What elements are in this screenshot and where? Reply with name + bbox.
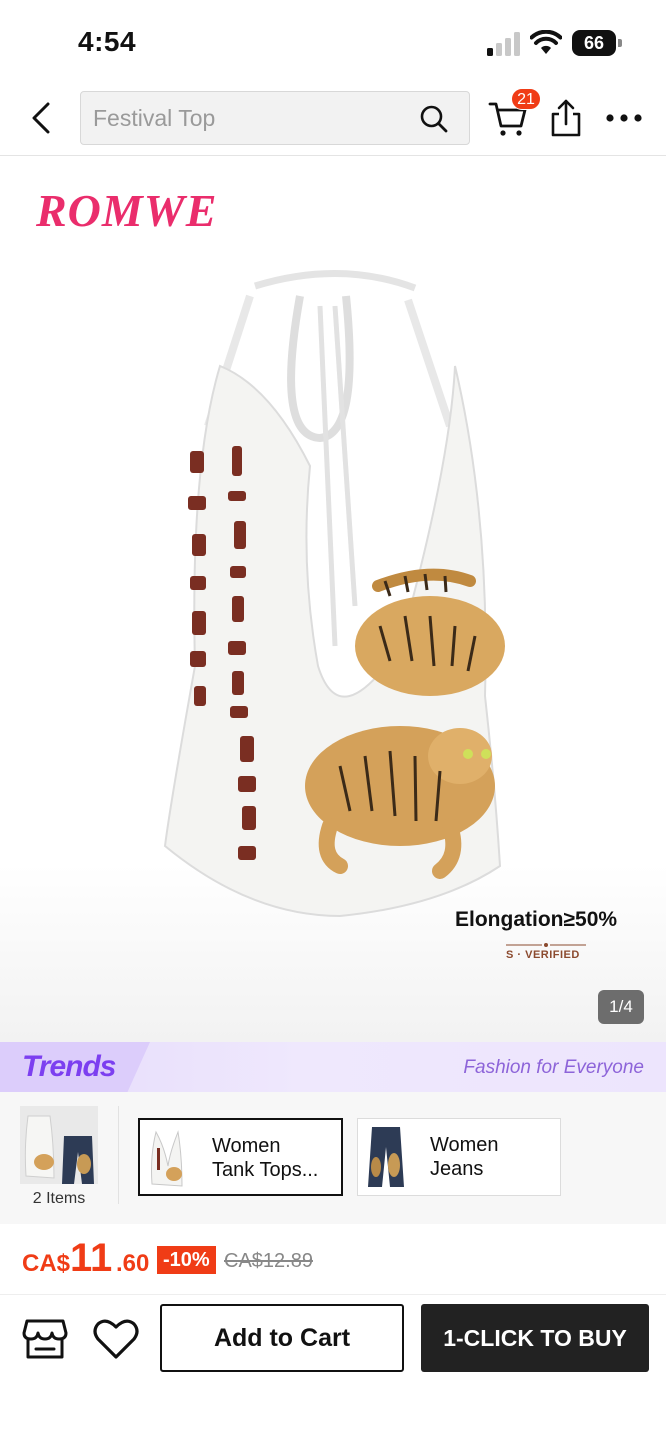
- category-label-line1: Women: [212, 1135, 281, 1157]
- battery-icon: 66: [572, 30, 622, 56]
- trends-tagline: Fashion for Everyone: [463, 1057, 644, 1078]
- battery-level: 66: [572, 30, 616, 56]
- one-click-buy-button[interactable]: 1-CLICK TO BUY: [421, 1304, 649, 1372]
- search-icon[interactable]: [419, 104, 449, 134]
- add-to-cart-button[interactable]: Add to Cart: [160, 1304, 404, 1372]
- image-page-counter: 1/4: [598, 990, 644, 1024]
- wishlist-heart-icon[interactable]: [92, 1317, 140, 1361]
- category-card-jeans[interactable]: Women Jeans: [357, 1118, 561, 1196]
- trends-logo: Trends: [22, 1050, 116, 1083]
- wifi-icon: [530, 30, 562, 54]
- category-label-line1: Women: [430, 1134, 499, 1156]
- trends-banner[interactable]: Trends Fashion for Everyone: [0, 1042, 666, 1092]
- cart-count-badge: 21: [511, 88, 541, 110]
- bundle-item[interactable]: 2 Items: [20, 1106, 98, 1207]
- verified-label: S · VERIFIED: [506, 949, 580, 961]
- product-gallery[interactable]: ROMWE Elongation≥50% S · VERIFIED 1/4: [0, 156, 666, 1042]
- tank-top-thumbnail: [151, 1130, 183, 1187]
- category-label-line2: Tank Tops...: [212, 1159, 319, 1181]
- price-currency: CA$: [22, 1250, 71, 1277]
- status-time: 4:54: [78, 26, 137, 57]
- category-label-line2: Jeans: [430, 1158, 484, 1180]
- more-options-icon[interactable]: [604, 108, 644, 128]
- signal-icon: [487, 32, 520, 56]
- bottom-action-bar: Add to Cart 1-CLICK TO BUY: [0, 1294, 666, 1440]
- discount-badge: -10%: [157, 1246, 216, 1274]
- search-bar[interactable]: [80, 91, 470, 145]
- product-image[interactable]: [150, 266, 520, 926]
- brand-logo: ROMWE: [36, 185, 218, 236]
- price-integer: 11: [70, 1236, 113, 1280]
- share-icon[interactable]: [548, 98, 584, 138]
- back-arrow-icon[interactable]: [26, 100, 58, 136]
- search-input[interactable]: [93, 92, 413, 144]
- nav-bar: 21: [0, 84, 666, 156]
- verified-divider: [506, 943, 586, 947]
- price-row: CA$ 11 .60 -10% CA$12.89: [0, 1224, 666, 1294]
- jeans-thumbnail: [368, 1127, 404, 1187]
- store-icon[interactable]: [22, 1317, 68, 1361]
- bundle-thumbnail: [20, 1106, 98, 1184]
- elongation-label: Elongation≥50%: [455, 908, 618, 931]
- original-price: CA$12.89: [224, 1250, 313, 1272]
- category-card-tank-tops[interactable]: Women Tank Tops...: [138, 1118, 343, 1196]
- price-decimal: .60: [116, 1250, 150, 1277]
- bundle-count-label: 2 Items: [32, 1190, 86, 1207]
- status-bar: 4:54 66: [0, 0, 666, 84]
- outfit-strip: 2 Items Women Tank Tops... Women Jeans: [0, 1092, 666, 1224]
